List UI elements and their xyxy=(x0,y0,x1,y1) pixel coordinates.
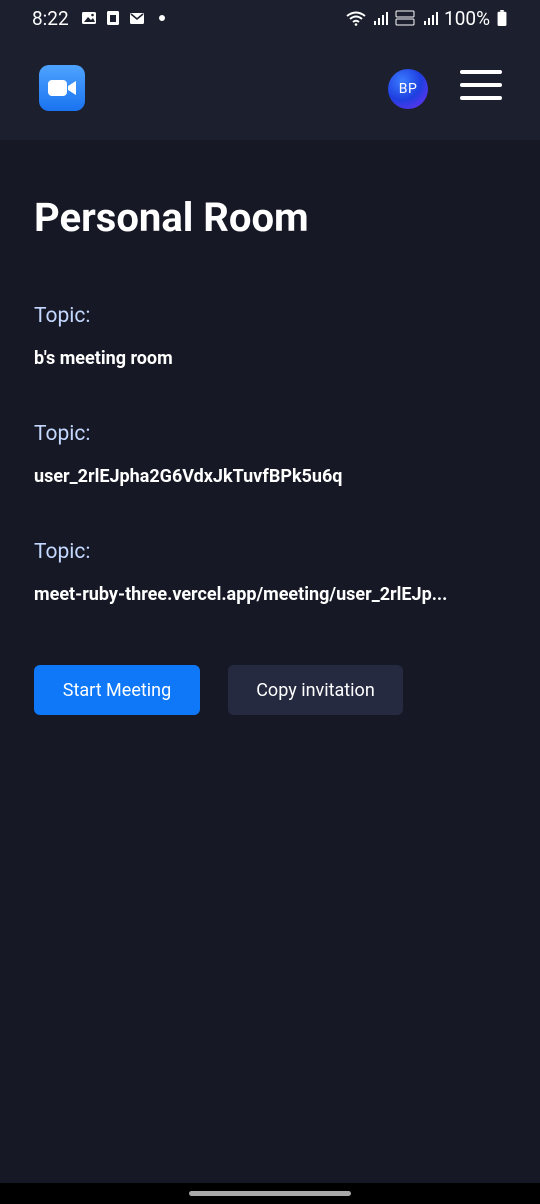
battery-icon xyxy=(497,10,507,26)
wifi-icon xyxy=(346,11,366,26)
battery-percent: 100% xyxy=(444,6,490,30)
sim-icon xyxy=(106,11,119,25)
video-camera-icon xyxy=(48,80,76,96)
signal-icon-2 xyxy=(424,12,439,25)
page-title: Personal Room xyxy=(34,194,309,241)
gallery-icon xyxy=(81,12,96,24)
app-logo[interactable] xyxy=(39,65,85,111)
status-bar: 8:22 100% xyxy=(0,0,540,36)
volte-lte2-icon xyxy=(395,10,415,26)
app-header: BP xyxy=(0,36,540,140)
start-meeting-button[interactable]: Start Meeting xyxy=(34,665,200,715)
notification-dot xyxy=(158,15,165,21)
topic-label-2: Topic: xyxy=(34,422,91,446)
copy-invitation-button[interactable]: Copy invitation xyxy=(228,665,403,715)
menu-line xyxy=(460,83,502,87)
avatar[interactable]: BP xyxy=(388,69,428,109)
invite-link-value: meet-ruby-three.vercel.app/meeting/user_… xyxy=(34,584,448,605)
menu-line xyxy=(460,70,502,74)
meeting-topic-value: b's meeting room xyxy=(34,348,173,369)
mail-icon xyxy=(129,13,144,24)
hamburger-menu-icon[interactable] xyxy=(460,70,502,100)
status-time: 8:22 xyxy=(32,6,69,30)
status-left: 8:22 xyxy=(32,7,165,30)
signal-icon xyxy=(374,12,389,25)
system-nav-bar xyxy=(0,1183,540,1204)
menu-line xyxy=(460,96,502,100)
topic-label-3: Topic: xyxy=(34,540,91,564)
home-indicator[interactable] xyxy=(189,1191,351,1196)
topic-label-1: Topic: xyxy=(34,304,91,328)
status-right: 100% xyxy=(346,7,508,30)
meeting-id-value: user_2rlEJpha2G6VdxJkTuvfBPk5u6q xyxy=(34,466,343,487)
